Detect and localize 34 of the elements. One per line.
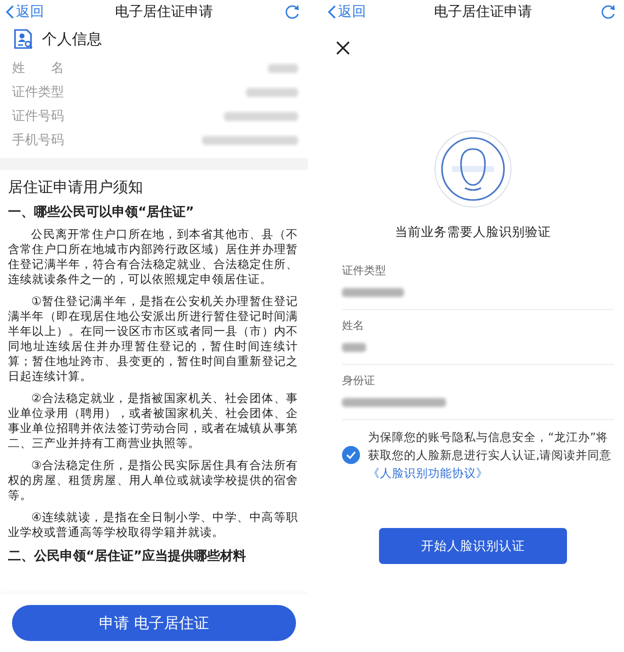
section-title: 个人信息 (42, 30, 102, 48)
field-label: 证件类型 (342, 263, 387, 278)
refresh-icon[interactable] (284, 4, 300, 20)
back-chevron-icon (328, 5, 336, 19)
field-label: 身份证 (342, 373, 376, 388)
page-title: 电子居住证申请 (434, 3, 532, 21)
notice-paragraph: ①暂住登记满半年，是指在公安机关办理暂住登记满半年（即在现居住地公安派出所进行暂住登记时间满半年以上）。在同一设区市市区或者同一县（市）内不同地址连续居住并办理暂住登记的，暂住时间连续计算；暂住地址跨市、县变更的，暂住时间自重新登记之日起连续计算。 (8, 294, 298, 384)
notice-paragraph: ④连续就读，是指在全日制小学、中学、中高等职业学校或普通高等学校取得学籍并就读。 (8, 510, 298, 540)
id-card-icon (12, 28, 34, 50)
back-chevron-icon (6, 5, 14, 19)
checkmark-icon (346, 451, 356, 459)
face-verification-prompt: 当前业务需要人脸识别验证 (394, 224, 552, 241)
notice-paragraph: 公民离开常住户口所在地，到本省其他市、县（不含常住户口所在地城市内部跨行政区域）居住并办理暂住登记满半年，符合有合法稳定就业、合法稳定住所、连续就读条件之一的，可以依照规定申领居住证。 (8, 227, 298, 287)
consent-text: 为保障您的账号隐私与信息安全，“龙江办”将获取您的人脸新息进行实人认证,请阅读并同意 《人脸识别功能协议》 (368, 429, 613, 482)
agreement-link[interactable]: 《人脸识别功能协议》 (368, 466, 488, 480)
notice-title: 居住证申请用户须知 (8, 178, 144, 197)
back-link[interactable]: 返回 (328, 3, 366, 21)
apply-button[interactable]: 申请 电子居住证 (12, 605, 296, 641)
face-scan-icon (434, 130, 512, 208)
field-label: 姓名 (342, 318, 365, 333)
field-label: 姓 名 (12, 60, 64, 77)
page-title: 电子居住证申请 (115, 3, 213, 21)
refresh-icon[interactable] (600, 4, 616, 20)
agree-checkbox[interactable] (342, 446, 360, 464)
notice-heading: 一、哪些公民可以申领“居住证” (8, 204, 196, 221)
notice-paragraph: ②合法稳定就业，是指被国家机关、社会团体、事业单位录用（聘用），或者被国家机关、社会团体、企事业单位招聘并依法签订劳动合同，或者在城镇从事第二、三产业并持有工商营业执照等。 (8, 391, 298, 451)
field-label: 证件类型 (12, 84, 64, 101)
back-link[interactable]: 返回 (6, 3, 44, 21)
field-label: 证件号码 (12, 108, 64, 125)
notice-paragraph: ③合法稳定住所，是指公民实际居住具有合法所有权的房屋、租赁房屋、用人单位或就读学校提供的宿舍等。 (8, 458, 298, 503)
notice-heading: 二、公民申领“居住证”应当提供哪些材料 (8, 548, 248, 565)
start-face-recognition-button[interactable]: 开始人脸识别认证 (379, 528, 567, 564)
close-icon[interactable] (336, 41, 350, 55)
field-label: 手机号码 (12, 132, 64, 149)
